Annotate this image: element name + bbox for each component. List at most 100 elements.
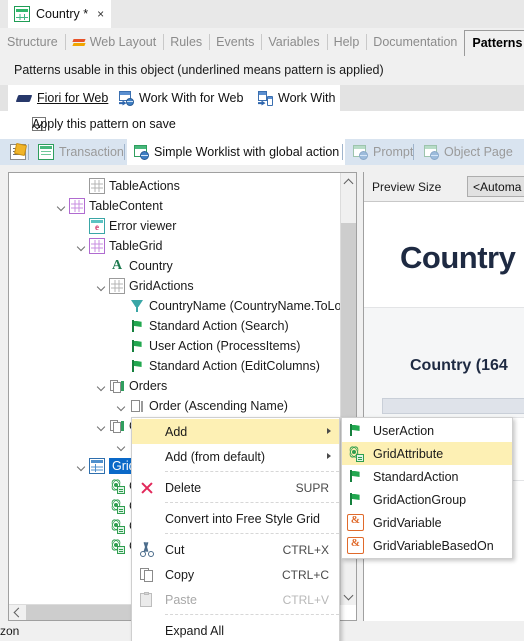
instance-tab-simple-worklist[interactable]: Simple Worklist with global action bbox=[127, 139, 346, 165]
context-menu-item-paste: Paste CTRL+V bbox=[132, 587, 339, 612]
menu-separator bbox=[165, 471, 339, 473]
pattern-tab-fiori-label: Fiori for Web bbox=[37, 91, 109, 105]
tree-node[interactable]: Orders bbox=[95, 376, 167, 396]
fiori-icon bbox=[16, 90, 32, 106]
submenu-item-label: GridAttribute bbox=[373, 446, 444, 461]
prompt-icon bbox=[352, 144, 368, 160]
submenu-item-label: GridActionGroup bbox=[373, 492, 467, 507]
flag-icon bbox=[129, 318, 145, 334]
instance-tab-object-page-label: Object Page bbox=[444, 145, 513, 159]
tab-events[interactable]: Events bbox=[209, 28, 261, 56]
patterns-caption-text: Patterns usable in this object (underlin… bbox=[14, 63, 384, 77]
submenu-item-gridvariablebasedon[interactable]: GridVariableBasedOn bbox=[342, 534, 512, 557]
tab-documentation[interactable]: Documentation bbox=[366, 28, 464, 56]
grid-attribute-icon bbox=[109, 497, 125, 514]
menu-separator bbox=[165, 502, 339, 504]
flag-icon bbox=[129, 358, 145, 374]
tab-variables[interactable]: Variables bbox=[261, 28, 326, 56]
tab-patterns[interactable]: Patterns * bbox=[464, 29, 524, 56]
tree-node[interactable]: A Country bbox=[95, 256, 173, 276]
context-menu-item-delete[interactable]: Delete SUPR bbox=[132, 475, 339, 500]
context-menu-item-add-from-default[interactable]: Add (from default) bbox=[132, 444, 339, 469]
tab-help[interactable]: Help bbox=[326, 28, 367, 56]
submenu-arrow-icon bbox=[327, 453, 331, 459]
chevron-down-icon[interactable] bbox=[95, 420, 108, 433]
pattern-tab-bar: Fiori for Web Work With for Web Work Wit… bbox=[0, 85, 524, 111]
document-tab-country[interactable]: Country * × bbox=[8, 0, 112, 28]
pattern-tab-work-with-for-web[interactable]: Work With for Web bbox=[110, 85, 252, 111]
grid-attribute-icon bbox=[109, 537, 125, 554]
chevron-down-icon[interactable] bbox=[95, 380, 108, 393]
tree-context-menu[interactable]: Add Add (from default) Delete SUPR Convert i… bbox=[131, 417, 340, 641]
submenu-item-gridvariable[interactable]: GridVariable bbox=[342, 511, 512, 534]
chevron-down-icon[interactable] bbox=[95, 280, 108, 293]
context-menu-item-label: Delete bbox=[165, 480, 202, 495]
tab-structure[interactable]: Structure bbox=[0, 28, 65, 56]
worklist-icon bbox=[133, 144, 149, 160]
tree-node-label: Error viewer bbox=[109, 219, 177, 233]
properties-icon bbox=[10, 144, 26, 160]
context-menu-item-copy[interactable]: Copy CTRL+C bbox=[132, 562, 339, 587]
view-tab-bar: Structure Web Layout Rules Events Variab… bbox=[0, 28, 524, 56]
tree-node[interactable]: Standard Action (Search) bbox=[115, 316, 289, 336]
tree-node[interactable]: TableActions bbox=[75, 176, 180, 196]
scroll-up-icon[interactable] bbox=[341, 173, 356, 190]
chevron-down-icon[interactable] bbox=[75, 240, 88, 253]
work-with-icon bbox=[257, 90, 273, 106]
chevron-down-icon[interactable] bbox=[115, 400, 128, 413]
tab-web-layout[interactable]: Web Layout bbox=[64, 28, 163, 56]
tree-node[interactable]: Order (Ascending Name) bbox=[115, 396, 288, 416]
vertical-scroll-thumb[interactable] bbox=[341, 223, 356, 438]
chevron-down-icon[interactable] bbox=[75, 460, 88, 473]
submenu-item-gridactiongroup[interactable]: GridActionGroup bbox=[342, 488, 512, 511]
context-menu-item-add[interactable]: Add bbox=[132, 419, 339, 444]
submenu-item-label: StandardAction bbox=[373, 469, 459, 484]
table-purple-icon bbox=[69, 198, 85, 214]
grid-attribute-icon bbox=[109, 517, 125, 534]
tree-node[interactable]: User Action (ProcessItems) bbox=[115, 336, 300, 356]
chevron-down-icon[interactable] bbox=[55, 200, 68, 213]
instance-tab-transaction[interactable]: Transaction bbox=[32, 139, 130, 165]
instance-tab-prompt-label: Prompt bbox=[373, 145, 414, 159]
context-menu-item-label: Add (from default) bbox=[165, 449, 266, 464]
context-menu-item-expand-all[interactable]: Expand All bbox=[132, 618, 339, 641]
context-menu-item-label: Copy bbox=[165, 567, 195, 582]
close-icon[interactable]: × bbox=[97, 8, 104, 20]
variable-icon bbox=[347, 514, 364, 531]
submenu-item-gridattribute[interactable]: GridAttribute bbox=[342, 442, 512, 465]
object-page-icon bbox=[423, 144, 439, 160]
patterns-caption: Patterns usable in this object (underlin… bbox=[0, 56, 524, 85]
tab-rules-label: Rules bbox=[170, 35, 203, 49]
tree-node[interactable]: Standard Action (EditColumns) bbox=[115, 356, 320, 376]
scroll-down-icon[interactable] bbox=[341, 588, 356, 605]
tab-rules[interactable]: Rules bbox=[163, 28, 209, 56]
context-menu-item-cut[interactable]: Cut CTRL+X bbox=[132, 537, 339, 562]
tree-node[interactable]: Error viewer bbox=[75, 216, 176, 236]
context-menu-item-convert-into-free-style-grid[interactable]: Convert into Free Style Grid bbox=[132, 506, 339, 531]
submenu-item-label: GridVariable bbox=[373, 515, 442, 530]
submenu-item-standardaction[interactable]: StandardAction bbox=[342, 465, 512, 488]
tree-node[interactable]: CountryName (CountryName.ToLowe bbox=[115, 296, 343, 316]
tab-documentation-label: Documentation bbox=[373, 35, 458, 49]
tree-node[interactable]: TableContent bbox=[55, 196, 163, 216]
instance-tab-object-page[interactable]: Object Page bbox=[417, 139, 519, 165]
instance-tab-prompt[interactable]: Prompt bbox=[346, 139, 419, 165]
preview-subheading: Country (164 bbox=[410, 357, 508, 374]
tree-node[interactable]: GridActions bbox=[95, 276, 194, 296]
tree-node[interactable]: Grid bbox=[75, 456, 139, 476]
scroll-left-icon[interactable] bbox=[9, 605, 26, 620]
orders-icon bbox=[109, 418, 125, 434]
tree-node[interactable]: TableGrid bbox=[75, 236, 163, 256]
attribute-icon: A bbox=[111, 258, 123, 273]
chevron-down-icon[interactable] bbox=[115, 440, 128, 453]
pattern-tab-work-with[interactable]: Work With bbox=[249, 85, 340, 111]
submenu-item-useraction[interactable]: UserAction bbox=[342, 419, 512, 442]
pattern-tab-fiori-for-web[interactable]: Fiori for Web bbox=[8, 85, 118, 111]
add-submenu[interactable]: UserAction GridAttribute StandardAction Gri… bbox=[341, 417, 513, 559]
preview-size-select[interactable]: <Automa bbox=[467, 176, 524, 197]
